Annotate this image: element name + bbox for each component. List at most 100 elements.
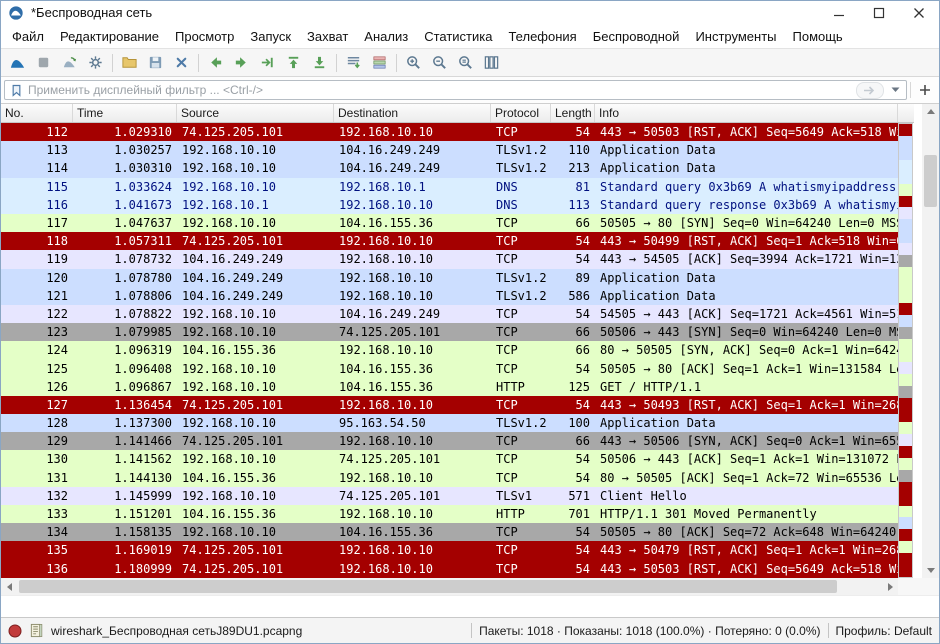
cell-destination: 104.16.155.36: [334, 380, 491, 394]
packet-row[interactable]: 1241.096319104.16.155.36192.168.10.10TCP…: [1, 341, 898, 359]
zoom-reset-icon[interactable]: [453, 51, 478, 74]
bottom-icon[interactable]: [307, 51, 332, 74]
packet-row[interactable]: 1231.079985192.168.10.1074.125.205.101TC…: [1, 323, 898, 341]
packet-row[interactable]: 1261.096867192.168.10.10104.16.155.36HTT…: [1, 378, 898, 396]
packet-row[interactable]: 1271.13645474.125.205.101192.168.10.10TC…: [1, 396, 898, 414]
packet-row[interactable]: 1121.02931074.125.205.101192.168.10.10TC…: [1, 123, 898, 141]
cell-no: 122: [1, 307, 73, 321]
cell-time: 1.136454: [73, 398, 177, 412]
menu-item-5[interactable]: Захват: [299, 26, 356, 47]
packet-row[interactable]: 1311.144130104.16.155.36192.168.10.10TCP…: [1, 469, 898, 487]
packet-row[interactable]: 1291.14146674.125.205.101192.168.10.10TC…: [1, 432, 898, 450]
close-file-icon[interactable]: [169, 51, 194, 74]
horizontal-scroll-thumb[interactable]: [19, 580, 837, 593]
apply-filter-icon[interactable]: [856, 82, 884, 99]
cell-length: 54: [551, 525, 595, 539]
packet-row[interactable]: 1151.033624192.168.10.10192.168.10.1DNS8…: [1, 178, 898, 196]
column-header-protocol[interactable]: Protocol: [491, 104, 551, 122]
scroll-down-icon[interactable]: [922, 563, 939, 578]
packet-row[interactable]: 1331.151201104.16.155.36192.168.10.10HTT…: [1, 505, 898, 523]
cell-info: 50506 → 443 [ACK] Seq=1 Ack=1 Win=131072…: [595, 452, 898, 466]
vertical-scrollbar[interactable]: [922, 104, 939, 578]
packet-row[interactable]: 1361.18099974.125.205.101192.168.10.10TC…: [1, 560, 898, 578]
menu-item-6[interactable]: Анализ: [356, 26, 416, 47]
stop-capture-icon[interactable]: [31, 51, 56, 74]
vertical-scroll-thumb[interactable]: [924, 155, 937, 207]
packet-row[interactable]: 1221.078822192.168.10.10104.16.249.249TC…: [1, 305, 898, 323]
zoom-in-icon[interactable]: [401, 51, 426, 74]
column-header-no[interactable]: No.: [1, 104, 73, 122]
menu-item-7[interactable]: Статистика: [416, 26, 500, 47]
horizontal-scroll-track[interactable]: [17, 578, 882, 595]
resize-columns-icon[interactable]: [479, 51, 504, 74]
start-capture-icon[interactable]: [5, 51, 30, 74]
back-icon[interactable]: [203, 51, 228, 74]
packet-row[interactable]: 1161.041673192.168.10.1192.168.10.10DNS1…: [1, 196, 898, 214]
expert-info-icon[interactable]: [8, 624, 22, 638]
packet-row[interactable]: 1351.16901974.125.205.101192.168.10.10TC…: [1, 541, 898, 559]
column-header-time[interactable]: Time: [73, 104, 177, 122]
horizontal-scrollbar[interactable]: [1, 578, 898, 595]
packet-row[interactable]: 1301.141562192.168.10.1074.125.205.101TC…: [1, 450, 898, 468]
maximize-button[interactable]: [859, 1, 899, 24]
minimap-band: [899, 327, 912, 339]
top-icon[interactable]: [281, 51, 306, 74]
packet-row[interactable]: 1141.030310192.168.10.10104.16.249.249TL…: [1, 159, 898, 177]
capture-options-icon[interactable]: [83, 51, 108, 74]
scroll-right-icon[interactable]: [882, 578, 898, 595]
column-header-length[interactable]: Length: [551, 104, 595, 122]
packet-row[interactable]: 1341.158135192.168.10.10104.16.155.36TCP…: [1, 523, 898, 541]
menu-item-9[interactable]: Беспроводной: [585, 26, 688, 47]
filter-bookmark-icon[interactable]: [9, 83, 24, 98]
cell-source: 74.125.205.101: [177, 543, 334, 557]
packet-list-header: No.TimeSourceDestinationProtocolLengthIn…: [1, 104, 914, 123]
capture-file-properties-icon[interactable]: [29, 623, 44, 638]
restart-capture-icon[interactable]: [57, 51, 82, 74]
colorize-icon[interactable]: [367, 51, 392, 74]
minimap-band: [899, 219, 912, 231]
menu-item-10[interactable]: Инструменты: [687, 26, 784, 47]
minimize-button[interactable]: [819, 1, 859, 24]
column-header-info[interactable]: Info: [595, 104, 898, 122]
scroll-left-icon[interactable]: [1, 578, 17, 595]
cell-no: 125: [1, 362, 73, 376]
menu-item-4[interactable]: Запуск: [242, 26, 299, 47]
packet-row[interactable]: 1131.030257192.168.10.10104.16.249.249TL…: [1, 141, 898, 159]
minimap-band: [899, 124, 912, 136]
packet-row[interactable]: 1171.047637192.168.10.10104.16.155.36TCP…: [1, 214, 898, 232]
packet-row[interactable]: 1281.137300192.168.10.1095.163.54.50TLSv…: [1, 414, 898, 432]
column-header-source[interactable]: Source: [177, 104, 334, 122]
packet-minimap[interactable]: [898, 123, 913, 578]
cell-time: 1.078780: [73, 271, 177, 285]
cell-length: 54: [551, 398, 595, 412]
packet-row[interactable]: 1251.096408192.168.10.10104.16.155.36TCP…: [1, 359, 898, 377]
column-header-destination[interactable]: Destination: [334, 104, 491, 122]
filter-dropdown-icon[interactable]: [887, 87, 904, 93]
cell-destination: 104.16.249.249: [334, 143, 491, 157]
menu-item-8[interactable]: Телефония: [500, 26, 584, 47]
cell-no: 129: [1, 434, 73, 448]
menu-item-3[interactable]: Просмотр: [167, 26, 242, 47]
vertical-scroll-track[interactable]: [922, 119, 939, 563]
scroll-up-icon[interactable]: [922, 104, 939, 119]
menu-item-1[interactable]: Файл: [4, 26, 52, 47]
packet-row[interactable]: 1191.078732104.16.249.249192.168.10.10TC…: [1, 250, 898, 268]
packet-row[interactable]: 1321.145999192.168.10.1074.125.205.101TL…: [1, 487, 898, 505]
packet-row[interactable]: 1211.078806104.16.249.249192.168.10.10TL…: [1, 287, 898, 305]
toolbar-separator: [396, 54, 397, 72]
add-filter-button[interactable]: [914, 80, 936, 100]
close-button[interactable]: [899, 1, 939, 24]
menu-item-11[interactable]: Помощь: [785, 26, 851, 47]
packet-row[interactable]: 1181.05731174.125.205.101192.168.10.10TC…: [1, 232, 898, 250]
autoscroll-icon[interactable]: [341, 51, 366, 74]
packet-row[interactable]: 1201.078780104.16.249.249192.168.10.10TL…: [1, 269, 898, 287]
forward-icon[interactable]: [229, 51, 254, 74]
filter-input[interactable]: [26, 82, 856, 98]
profile-selector[interactable]: Профиль: Default: [836, 624, 933, 638]
open-file-icon[interactable]: [117, 51, 142, 74]
toolbar-separator: [336, 54, 337, 72]
goto-packet-icon[interactable]: [255, 51, 280, 74]
zoom-out-icon[interactable]: [427, 51, 452, 74]
menu-item-2[interactable]: Редактирование: [52, 26, 167, 47]
save-file-icon[interactable]: [143, 51, 168, 74]
